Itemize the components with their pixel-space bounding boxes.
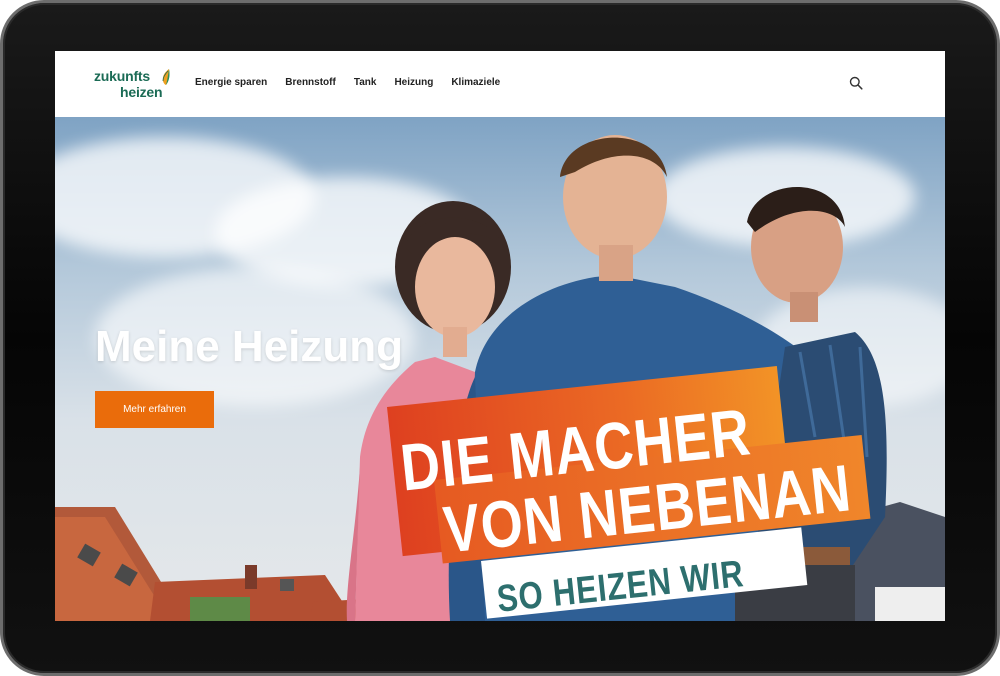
flame-leaf-icon [162, 69, 170, 85]
nav-item-energie-sparen[interactable]: Energie sparen [195, 77, 267, 88]
search-icon[interactable] [849, 76, 863, 90]
hero-section: Meine Heizung Mehr erfahren DIE MACHER V… [55, 117, 945, 621]
browser-viewport: zukunfts heizen Energie sparen Brennstof… [55, 51, 945, 621]
mehr-erfahren-button[interactable]: Mehr erfahren [95, 391, 214, 428]
tablet-frame: zukunfts heizen Energie sparen Brennstof… [0, 0, 1000, 676]
nav-item-heizung[interactable]: Heizung [394, 77, 433, 88]
logo-text-line2: heizen [120, 84, 163, 100]
nav-item-klimaziele[interactable]: Klimaziele [451, 77, 500, 88]
site-header: zukunfts heizen Energie sparen Brennstof… [55, 51, 945, 117]
main-nav: Energie sparen Brennstoff Tank Heizung K… [195, 77, 518, 88]
hero-title: Meine Heizung [95, 322, 404, 371]
nav-item-brennstoff[interactable]: Brennstoff [285, 77, 336, 88]
logo-text-line1: zukunfts [94, 68, 150, 84]
nav-item-tank[interactable]: Tank [354, 77, 377, 88]
site-logo[interactable]: zukunfts heizen [94, 68, 174, 102]
